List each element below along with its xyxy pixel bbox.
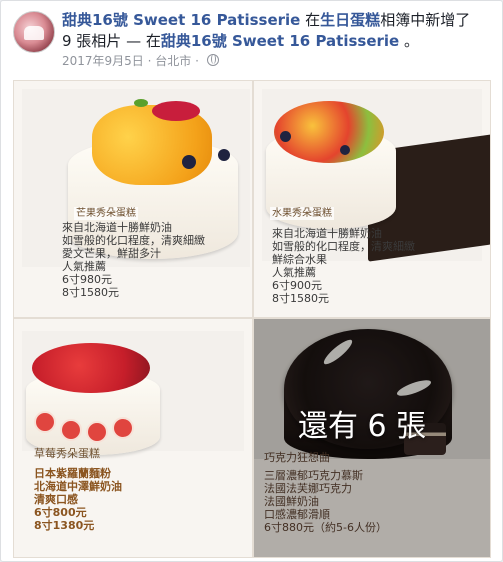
cake-photo-2: 水果秀朵蛋糕 來自北海道十勝鮮奶油 如雪般的化口程度，清爽細緻 鮮綜合水果 人氣… [262, 89, 490, 305]
post-headline: 甜典16號 Sweet 16 Patisserie 在生日蛋糕相簿中新增了 9 … [62, 10, 482, 52]
blueberry [340, 145, 350, 155]
globe-icon[interactable] [206, 54, 219, 66]
more-photos-label[interactable]: 還有 6 張 [298, 401, 426, 445]
photo-details-1: 來自北海道十勝鮮奶油 如雪般的化口程度，清爽細緻 愛文芒果，鮮甜多汁 人氣推薦 … [62, 221, 205, 299]
facebook-post: 甜典16號 Sweet 16 Patisserie 在生日蛋糕相簿中新增了 9 … [0, 0, 503, 562]
post-date[interactable]: 2017年9月5日 [62, 54, 144, 68]
location-link[interactable]: 甜典16號 Sweet 16 Patisserie [161, 32, 399, 50]
strawberry-slice [112, 417, 134, 439]
photo-tile-1[interactable]: 芒果秀朵蛋糕 來自北海道十勝鮮奶油 如雪般的化口程度，清爽細緻 愛文芒果，鮮甜多… [13, 80, 253, 318]
post-place[interactable]: 台北市 [155, 54, 191, 68]
meta-dot: · [195, 54, 199, 68]
post-meta: 2017年9月5日 · 台北市 · [62, 52, 219, 69]
photo-tile-2[interactable]: 水果秀朵蛋糕 來自北海道十勝鮮奶油 如雪般的化口程度，清爽細緻 鮮綜合水果 人氣… [253, 80, 491, 318]
raspberry-cluster [152, 101, 200, 121]
photo-caption-2: 水果秀朵蛋糕 [270, 207, 334, 220]
photo-details-2: 來自北海道十勝鮮奶油 如雪般的化口程度，清爽細緻 鮮綜合水果 人氣推薦 6寸90… [272, 227, 415, 305]
strawberry-slice [34, 411, 56, 433]
end-mark: 。 [404, 32, 420, 50]
photo-caption-3: 草莓秀朵蛋糕 [34, 447, 100, 460]
photo-caption-1: 芒果秀朵蛋糕 [74, 207, 138, 220]
album-link[interactable]: 生日蛋糕 [320, 11, 380, 29]
mixed-fruit-top [274, 101, 384, 163]
photo-tile-4[interactable]: 巧克力狂想曲 三層濃郁巧克力慕斯 法國法芙娜巧克力 法國鮮奶油 口感濃郁滑順 6… [253, 318, 491, 558]
photo-tile-3[interactable]: 草莓秀朵蛋糕 日本紫羅蘭麵粉 北海道中澤鮮奶油 清爽口感 6寸800元 8寸13… [13, 318, 253, 558]
strawberry-slice [86, 421, 108, 443]
blueberry [218, 149, 230, 161]
meta-separator: · [147, 54, 152, 68]
mint-leaf [134, 99, 148, 107]
photo-details-3: 日本紫羅蘭麵粉 北海道中澤鮮奶油 清爽口感 6寸800元 8寸1380元 [34, 467, 122, 532]
blueberry [182, 155, 196, 169]
strawberry-slice [60, 419, 82, 441]
blueberry [280, 131, 291, 142]
cake-photo-3 [22, 331, 244, 455]
strawberry-top [32, 343, 150, 393]
author-link[interactable]: 甜典16號 Sweet 16 Patisserie [62, 11, 300, 29]
verb-in: 在 [305, 11, 321, 29]
page-avatar[interactable] [13, 11, 55, 53]
